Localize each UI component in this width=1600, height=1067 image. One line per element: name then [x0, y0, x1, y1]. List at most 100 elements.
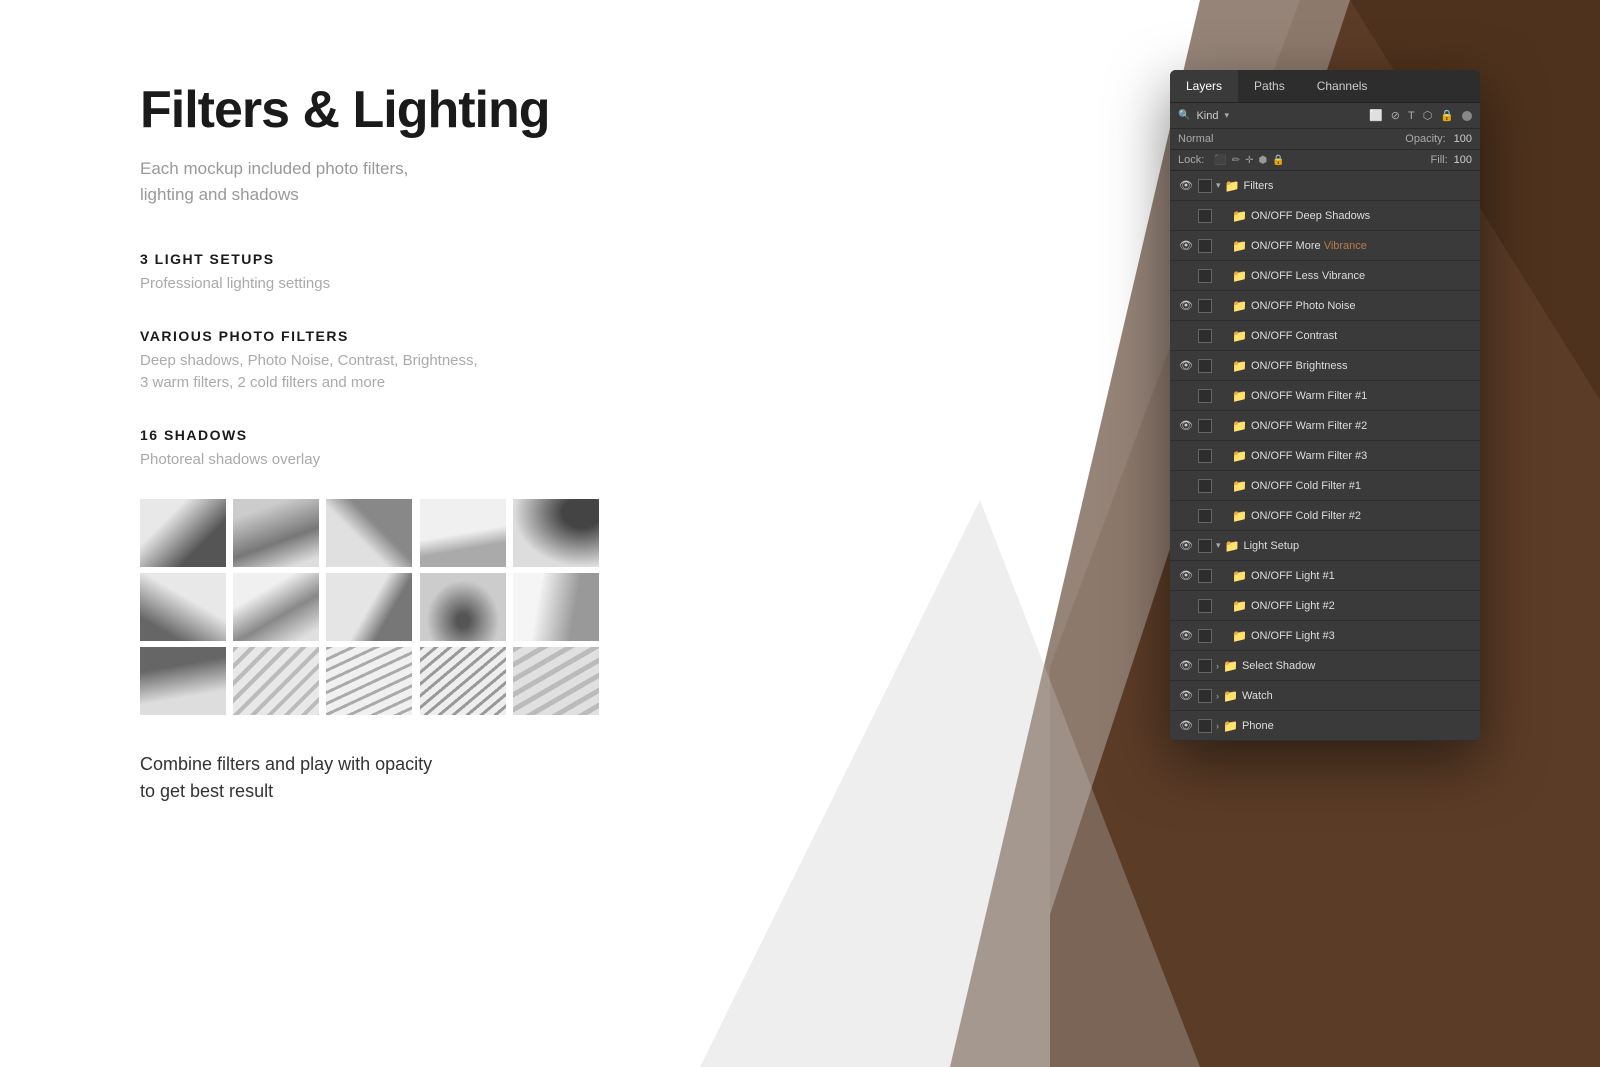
- layer-warm-filter-2[interactable]: 👁📁ON/OFF Warm Filter #2: [1170, 411, 1480, 441]
- lock-checkerboard-icon[interactable]: ⬛: [1214, 155, 1226, 166]
- layer-cold-filter-2[interactable]: 📁ON/OFF Cold Filter #2: [1170, 501, 1480, 531]
- layer-light-1[interactable]: 👁📁ON/OFF Light #1: [1170, 561, 1480, 591]
- layer-checkbox[interactable]: [1198, 419, 1212, 433]
- layer-light-setup[interactable]: 👁▾📁Light Setup: [1170, 531, 1480, 561]
- folder-icon: 📁: [1223, 689, 1238, 703]
- visibility-icon[interactable]: [1178, 598, 1194, 614]
- shadow-thumb-10: [513, 573, 599, 641]
- filter-pixel-icon[interactable]: ⬜: [1369, 109, 1383, 122]
- kind-filter-icons: ⬜ ⊘ T ⬡ 🔒: [1369, 109, 1472, 122]
- layer-checkbox[interactable]: [1198, 269, 1212, 283]
- lock-move-icon[interactable]: ✛: [1245, 155, 1253, 166]
- visibility-icon[interactable]: 👁: [1178, 658, 1194, 674]
- filter-smart-icon[interactable]: 🔒: [1440, 109, 1454, 122]
- layer-filters-group[interactable]: 👁▾📁Filters: [1170, 171, 1480, 201]
- layer-light-3[interactable]: 👁 📁 ON/OFF Light #3: [1170, 621, 1480, 651]
- folder-icon: 📁: [1232, 629, 1247, 643]
- layer-checkbox[interactable]: [1198, 209, 1212, 223]
- group-expand-arrow[interactable]: ›: [1216, 661, 1219, 671]
- layer-checkbox[interactable]: [1198, 659, 1212, 673]
- layer-checkbox[interactable]: [1198, 449, 1212, 463]
- tab-paths[interactable]: Paths: [1238, 70, 1301, 102]
- layer-deep-shadows[interactable]: 📁ON/OFF Deep Shadows: [1170, 201, 1480, 231]
- layer-name: ON/OFF Light #3: [1251, 630, 1472, 642]
- layer-checkbox[interactable]: [1198, 599, 1212, 613]
- photoshop-panel: Layers Paths Channels 🔍 Kind ▾ ⬜ ⊘ T ⬡ 🔒…: [1170, 70, 1480, 741]
- layer-warm-filter-3[interactable]: 📁ON/OFF Warm Filter #3: [1170, 441, 1480, 471]
- layer-name: ON/OFF Deep Shadows: [1251, 210, 1472, 222]
- shadow-thumb-3: [326, 499, 412, 567]
- layer-phone[interactable]: 👁›📁Phone: [1170, 711, 1480, 741]
- shadow-thumb-15: [513, 647, 599, 715]
- visibility-icon[interactable]: [1178, 478, 1194, 494]
- visibility-icon[interactable]: 👁: [1178, 718, 1194, 734]
- layer-checkbox[interactable]: [1198, 389, 1212, 403]
- page-title: Filters & Lighting: [140, 80, 760, 140]
- layer-watch[interactable]: 👁›📁Watch: [1170, 681, 1480, 711]
- kind-dropdown-arrow[interactable]: ▾: [1224, 110, 1229, 121]
- layer-checkbox[interactable]: [1198, 539, 1212, 553]
- visibility-icon[interactable]: [1178, 388, 1194, 404]
- layer-more-vibrance[interactable]: 👁📁ON/OFF More Vibrance: [1170, 231, 1480, 261]
- lock-artboard-icon[interactable]: ⬢: [1259, 155, 1268, 166]
- kind-label: Kind: [1196, 110, 1218, 122]
- layer-checkbox[interactable]: [1198, 329, 1212, 343]
- visibility-icon[interactable]: [1178, 328, 1194, 344]
- layer-checkbox[interactable]: [1198, 359, 1212, 373]
- folder-icon: 📁: [1232, 449, 1247, 463]
- filter-adjust-icon[interactable]: ⊘: [1391, 109, 1400, 122]
- search-icon: 🔍: [1178, 110, 1190, 121]
- shadow-grid: [140, 499, 600, 715]
- visibility-icon[interactable]: [1178, 268, 1194, 284]
- group-expand-arrow[interactable]: ▾: [1216, 540, 1221, 551]
- visibility-icon[interactable]: 👁: [1178, 358, 1194, 374]
- lock-brush-icon[interactable]: ✏: [1232, 155, 1240, 166]
- layer-photo-noise[interactable]: 👁 📁 ON/OFF Photo Noise: [1170, 291, 1480, 321]
- visibility-icon[interactable]: [1178, 208, 1194, 224]
- layer-checkbox[interactable]: [1198, 239, 1212, 253]
- visibility-icon[interactable]: [1178, 448, 1194, 464]
- folder-icon: 📁: [1232, 299, 1247, 313]
- layer-brightness[interactable]: 👁📁ON/OFF Brightness: [1170, 351, 1480, 381]
- layer-checkbox[interactable]: [1198, 629, 1212, 643]
- filter-text-icon[interactable]: T: [1408, 110, 1415, 122]
- tab-layers[interactable]: Layers: [1170, 70, 1238, 102]
- layer-name: ON/OFF Light #2: [1251, 600, 1472, 612]
- layer-cold-filter-1[interactable]: 📁ON/OFF Cold Filter #1: [1170, 471, 1480, 501]
- visibility-icon[interactable]: 👁: [1178, 418, 1194, 434]
- layer-select-shadow[interactable]: 👁›📁Select Shadow: [1170, 651, 1480, 681]
- layer-checkbox[interactable]: [1198, 509, 1212, 523]
- filter-color-dot[interactable]: [1462, 111, 1472, 121]
- visibility-icon[interactable]: 👁: [1178, 568, 1194, 584]
- visibility-icon[interactable]: [1178, 508, 1194, 524]
- group-expand-arrow[interactable]: ›: [1216, 721, 1219, 731]
- group-expand-arrow[interactable]: ›: [1216, 691, 1219, 701]
- lock-all-icon[interactable]: 🔒: [1272, 155, 1284, 166]
- opacity-value[interactable]: 100: [1454, 133, 1472, 145]
- visibility-icon[interactable]: 👁: [1178, 298, 1194, 314]
- layer-less-vibrance[interactable]: 📁ON/OFF Less Vibrance: [1170, 261, 1480, 291]
- layer-contrast[interactable]: 📁ON/OFF Contrast: [1170, 321, 1480, 351]
- folder-icon: 📁: [1232, 419, 1247, 433]
- layer-checkbox[interactable]: [1198, 179, 1212, 193]
- filter-shape-icon[interactable]: ⬡: [1423, 109, 1433, 122]
- visibility-icon[interactable]: 👁: [1178, 688, 1194, 704]
- fill-value[interactable]: 100: [1454, 154, 1472, 166]
- visibility-icon[interactable]: 👁: [1178, 178, 1194, 194]
- layer-checkbox[interactable]: [1198, 719, 1212, 733]
- visibility-icon[interactable]: 👁: [1178, 628, 1194, 644]
- ps-tabs: Layers Paths Channels: [1170, 70, 1480, 103]
- layer-warm-filter-1[interactable]: 📁ON/OFF Warm Filter #1: [1170, 381, 1480, 411]
- group-expand-arrow[interactable]: ▾: [1216, 180, 1221, 191]
- layer-checkbox[interactable]: [1198, 689, 1212, 703]
- visibility-icon[interactable]: 👁: [1178, 538, 1194, 554]
- visibility-icon[interactable]: 👁: [1178, 238, 1194, 254]
- layer-checkbox[interactable]: [1198, 299, 1212, 313]
- layer-checkbox[interactable]: [1198, 479, 1212, 493]
- folder-icon: 📁: [1223, 719, 1238, 733]
- layer-checkbox[interactable]: [1198, 569, 1212, 583]
- layer-light-2[interactable]: 📁ON/OFF Light #2: [1170, 591, 1480, 621]
- fill-label: Fill:: [1431, 154, 1448, 166]
- layer-name: ON/OFF Photo Noise: [1251, 300, 1472, 312]
- tab-channels[interactable]: Channels: [1301, 70, 1384, 102]
